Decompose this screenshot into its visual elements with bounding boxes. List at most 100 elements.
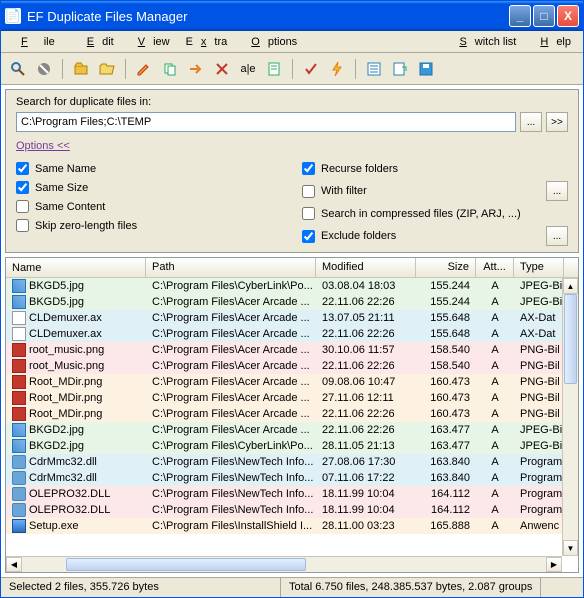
menu-options[interactable]: Options [235, 34, 305, 50]
export-icon[interactable] [389, 58, 411, 80]
table-row[interactable]: BKGD5.jpgC:\Program Files\Acer Arcade ..… [6, 294, 578, 310]
menu-extra[interactable]: Extra [178, 34, 236, 50]
scroll-thumb-h[interactable] [66, 558, 306, 571]
file-name: root_Music.png [29, 360, 104, 372]
cell: C:\Program Files\Acer Arcade ... [146, 376, 316, 388]
checkbox[interactable] [302, 185, 315, 198]
cell: 22.11.06 22:26 [316, 424, 416, 436]
vertical-scrollbar[interactable]: ▲ ▼ [562, 278, 578, 556]
search-path-input[interactable] [16, 112, 516, 132]
browse-button[interactable]: ... [520, 112, 542, 132]
more-button[interactable]: >> [546, 112, 568, 132]
file-png-icon [12, 391, 26, 405]
table-row[interactable]: BKGD5.jpgC:\Program Files\CyberLink\Po..… [6, 278, 578, 294]
cell: A [476, 312, 514, 324]
table-row[interactable]: BKGD2.jpgC:\Program Files\Acer Arcade ..… [6, 422, 578, 438]
scroll-up-icon[interactable]: ▲ [563, 278, 578, 294]
open-icon[interactable] [70, 58, 92, 80]
checkbox[interactable] [16, 219, 29, 232]
lightning-icon[interactable] [326, 58, 348, 80]
horizontal-scrollbar[interactable]: ◀ ▶ [6, 556, 562, 572]
table-row[interactable]: CLDemuxer.axC:\Program Files\Acer Arcade… [6, 310, 578, 326]
close-button[interactable]: X [557, 5, 579, 27]
file-name: CLDemuxer.ax [29, 312, 102, 324]
col-attr[interactable]: Att... [476, 258, 514, 277]
options-toggle-link[interactable]: Options << [16, 140, 70, 152]
menu-edit[interactable]: Edit [71, 34, 122, 50]
cell: 28.11.05 21:13 [316, 440, 416, 452]
file-img-icon [12, 423, 26, 437]
cell: C:\Program Files\Acer Arcade ... [146, 392, 316, 404]
table-row[interactable]: Setup.exeC:\Program Files\InstallShield … [6, 518, 578, 534]
cell: C:\Program Files\Acer Arcade ... [146, 296, 316, 308]
option-search-in-compressed-files-zip-arj-: Search in compressed files (ZIP, ARJ, ..… [302, 207, 568, 220]
table-row[interactable]: OLEPRO32.DLL C:\Program Files\NewTech Inf… [6, 486, 578, 502]
search-icon[interactable] [7, 58, 29, 80]
col-size[interactable]: Size [416, 258, 476, 277]
col-modified[interactable]: Modified [316, 258, 416, 277]
rename-icon[interactable]: a|e [237, 58, 259, 80]
option-config-button[interactable]: ... [546, 181, 568, 201]
table-row[interactable]: root_music.pngC:\Program Files\Acer Arca… [6, 342, 578, 358]
option-with-filter: With filter... [302, 181, 568, 201]
table-row[interactable]: Root_MDir.pngC:\Program Files\Acer Arcad… [6, 406, 578, 422]
option-same-size: Same Size [16, 181, 282, 194]
menu-help[interactable]: Help [524, 34, 579, 50]
table-row[interactable]: Root_MDir.pngC:\Program Files\Acer Arcad… [6, 374, 578, 390]
cell: Program [514, 504, 564, 516]
file-name: BKGD2.jpg [29, 424, 84, 436]
menu-view[interactable]: View [122, 34, 178, 50]
menu-file[interactable]: File [5, 34, 71, 50]
option-recurse-folders: Recurse folders [302, 162, 568, 175]
col-name[interactable]: Name [6, 258, 146, 277]
col-type[interactable]: Type [514, 258, 564, 277]
table-row[interactable]: OLEPRO32.DLLC:\Program Files\NewTech Inf… [6, 502, 578, 518]
table-row[interactable]: CdrMmc32.dllC:\Program Files\NewTech Inf… [6, 454, 578, 470]
move-icon[interactable] [185, 58, 207, 80]
cell: A [476, 520, 514, 532]
scroll-right-icon[interactable]: ▶ [546, 557, 562, 572]
table-row[interactable]: CLDemuxer.axC:\Program Files\Acer Arcade… [6, 326, 578, 342]
stop-icon[interactable] [33, 58, 55, 80]
table-row[interactable]: CdrMmc32.dllC:\Program Files\NewTech Inf… [6, 470, 578, 486]
scroll-down-icon[interactable]: ▼ [563, 540, 578, 556]
scroll-left-icon[interactable]: ◀ [6, 557, 22, 572]
checkbox[interactable] [16, 200, 29, 213]
check-icon[interactable] [300, 58, 322, 80]
file-name: OLEPRO32.DLL [29, 488, 110, 500]
file-exe-icon [12, 519, 26, 533]
search-panel: Search for duplicate files in: ... >> Op… [5, 89, 579, 253]
cell: C:\Program Files\Acer Arcade ... [146, 408, 316, 420]
copy-icon[interactable] [159, 58, 181, 80]
col-path[interactable]: Path [146, 258, 316, 277]
edit-icon[interactable] [133, 58, 155, 80]
option-label: Skip zero-length files [35, 220, 137, 232]
folder-open-icon[interactable] [96, 58, 118, 80]
scroll-thumb[interactable] [564, 294, 577, 384]
save-list-icon[interactable] [415, 58, 437, 80]
file-name: CLDemuxer.ax [29, 328, 102, 340]
cell: C:\Program Files\NewTech Info... [146, 488, 316, 500]
minimize-button[interactable]: _ [509, 5, 531, 27]
cell: 163.477 [416, 424, 476, 436]
checkbox[interactable] [302, 207, 315, 220]
list-icon[interactable] [363, 58, 385, 80]
cell: 155.244 [416, 280, 476, 292]
table-row[interactable]: Root_MDir.pngC:\Program Files\Acer Arcad… [6, 390, 578, 406]
cell: 163.840 [416, 472, 476, 484]
file-name: CdrMmc32.dll [29, 456, 97, 468]
checkbox[interactable] [302, 162, 315, 175]
properties-icon[interactable] [263, 58, 285, 80]
maximize-button[interactable]: □ [533, 5, 555, 27]
option-config-button[interactable]: ... [546, 226, 568, 246]
file-img-icon [12, 295, 26, 309]
table-row[interactable]: root_Music.pngC:\Program Files\Acer Arca… [6, 358, 578, 374]
table-row[interactable]: BKGD2.jpgC:\Program Files\CyberLink\Po..… [6, 438, 578, 454]
menu-switch-list[interactable]: Switch list [443, 34, 524, 50]
titlebar[interactable]: 📄 EF Duplicate Files Manager _ □ X [1, 1, 583, 31]
checkbox[interactable] [16, 181, 29, 194]
checkbox[interactable] [16, 162, 29, 175]
delete-icon[interactable] [211, 58, 233, 80]
cell: PNG-Bil [514, 408, 564, 420]
checkbox[interactable] [302, 230, 315, 243]
